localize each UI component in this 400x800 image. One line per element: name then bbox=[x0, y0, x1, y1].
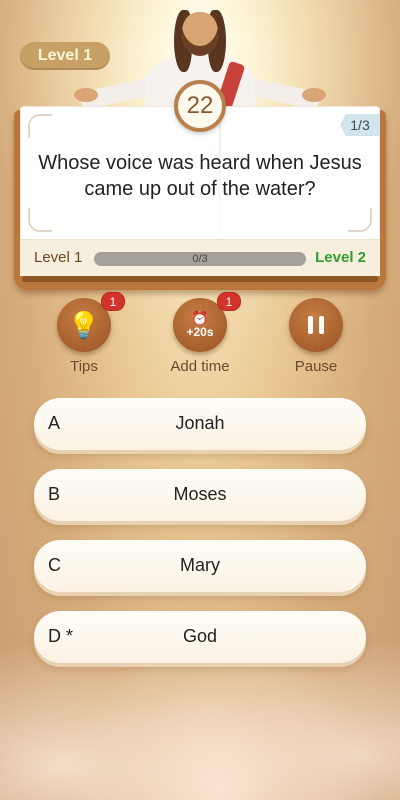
tips-label: Tips bbox=[70, 358, 98, 375]
countdown-timer: 22 bbox=[174, 80, 226, 132]
level-to-label: Level 2 bbox=[315, 249, 366, 266]
current-level-pill: Level 1 bbox=[20, 42, 110, 70]
add-time-amount: +20s bbox=[186, 325, 214, 339]
level-from-label: Level 1 bbox=[34, 249, 83, 266]
question-text: Whose voice was heard when Jesus came up… bbox=[38, 152, 362, 200]
answer-text: Jonah bbox=[175, 413, 225, 433]
add-time-circle[interactable]: ⏰ +20s 1 bbox=[173, 292, 241, 352]
clock-icon: ⏰ bbox=[191, 310, 209, 326]
ornament-icon bbox=[348, 208, 372, 232]
level-progress-bar: 0/3 bbox=[94, 252, 306, 266]
add-time-badge: 1 bbox=[217, 292, 241, 311]
tips-button[interactable]: 💡 1 Tips bbox=[39, 292, 129, 375]
answer-text: Mary bbox=[180, 555, 220, 575]
pause-icon bbox=[308, 316, 324, 334]
answer-option-b[interactable]: B Moses bbox=[34, 469, 366, 521]
ornament-icon bbox=[28, 114, 52, 138]
pause-button[interactable]: Pause bbox=[271, 298, 361, 375]
ornament-icon bbox=[28, 208, 52, 232]
cloud-background bbox=[0, 570, 400, 800]
add-time-button[interactable]: ⏰ +20s 1 Add time bbox=[155, 292, 245, 375]
answer-option-a[interactable]: A Jonah bbox=[34, 398, 366, 450]
tips-badge: 1 bbox=[101, 292, 125, 311]
progress-text: 0/3 bbox=[192, 253, 208, 265]
answer-option-c[interactable]: C Mary bbox=[34, 540, 366, 592]
lightbulb-icon: 💡 bbox=[67, 310, 101, 340]
question-counter: 1/3 bbox=[340, 114, 380, 136]
answer-text: Moses bbox=[173, 484, 227, 504]
tips-circle[interactable]: 💡 1 bbox=[57, 292, 125, 352]
answer-text: God bbox=[182, 626, 218, 646]
answer-option-d[interactable]: D * God bbox=[34, 611, 366, 663]
level-progress-row: Level 1 0/3 Level 2 bbox=[20, 239, 380, 276]
pause-label: Pause bbox=[294, 358, 338, 375]
pause-circle[interactable] bbox=[289, 298, 343, 352]
add-time-label: Add time bbox=[170, 358, 230, 375]
